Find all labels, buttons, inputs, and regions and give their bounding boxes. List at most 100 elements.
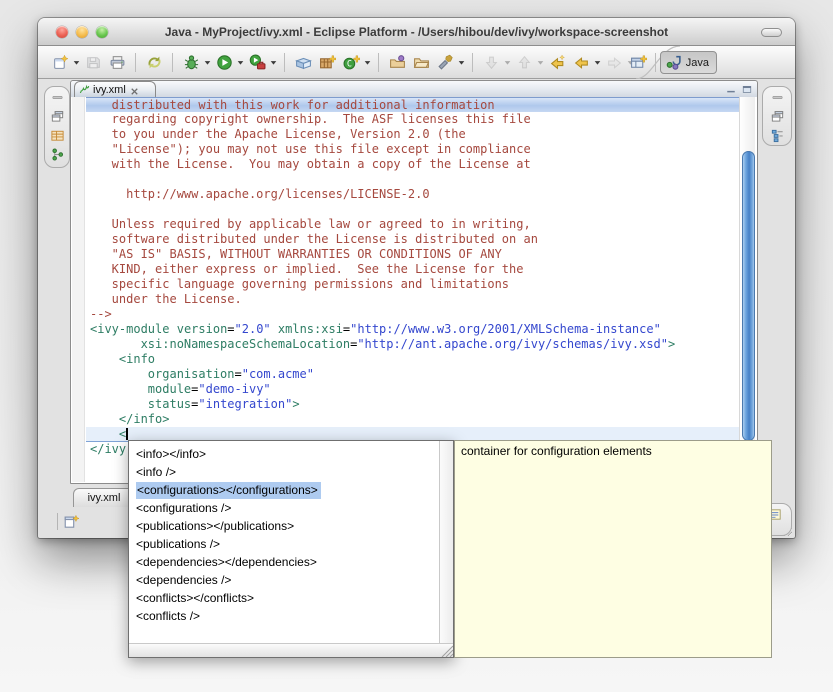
code-line [86, 202, 739, 217]
refresh-button[interactable] [143, 50, 165, 74]
previous-annotation-button[interactable] [513, 50, 535, 74]
toolbar-separator [284, 53, 285, 72]
content-assist-hscrollbar[interactable] [129, 643, 453, 657]
open-perspective-icon [630, 54, 647, 71]
status-separator [57, 513, 58, 530]
new-class-dropdown-arrow[interactable] [363, 50, 372, 74]
restore-views-icon[interactable] [770, 109, 785, 124]
restore-views-icon[interactable] [50, 109, 65, 124]
text-caret [126, 428, 128, 440]
last-edit-location-icon [549, 54, 566, 71]
assist-proposal[interactable]: <publications /> [129, 535, 439, 553]
minimize-window-button[interactable] [76, 26, 88, 38]
assist-proposal[interactable]: <conflicts /> [129, 607, 439, 625]
open-type-button[interactable] [386, 50, 408, 74]
search-icon [437, 54, 454, 71]
toolbar-separator [172, 53, 173, 72]
debug-button[interactable] [180, 50, 202, 74]
editor-scrollbar[interactable] [739, 97, 755, 482]
print-button[interactable] [106, 50, 128, 74]
close-window-button[interactable] [56, 26, 68, 38]
code-area[interactable]: distributed with this work for additiona… [86, 97, 739, 482]
previous-annotation-dropdown-arrow[interactable] [536, 50, 545, 74]
editor-content[interactable]: distributed with this work for additiona… [72, 97, 756, 482]
run-external-icon [249, 54, 266, 71]
left-view-stack [44, 86, 70, 168]
assist-proposal[interactable]: <dependencies></dependencies> [129, 553, 439, 571]
assist-proposal[interactable]: <publications></publications> [129, 517, 439, 535]
forward-icon [606, 54, 623, 71]
next-annotation-button[interactable] [480, 50, 502, 74]
search-dropdown-arrow[interactable] [457, 50, 466, 74]
run-dropdown-arrow[interactable] [236, 50, 245, 74]
new-class-icon: C [343, 54, 360, 71]
external-tools-button[interactable] [246, 50, 268, 74]
code-line: </info> [86, 412, 739, 427]
maximize-editor-icon[interactable] [741, 83, 753, 95]
save-icon [85, 54, 102, 71]
back-dropdown-arrow[interactable] [593, 50, 602, 74]
new-button[interactable] [49, 50, 71, 74]
zoom-window-button[interactable] [96, 26, 108, 38]
back-button[interactable] [570, 50, 592, 74]
run-button[interactable] [213, 50, 235, 74]
debug-dropdown-arrow[interactable] [203, 50, 212, 74]
open-perspective-button[interactable] [627, 51, 651, 74]
java-perspective-button[interactable]: Java [660, 51, 717, 74]
assist-proposal[interactable]: <conflicts></conflicts> [129, 589, 439, 607]
fast-view-button[interactable] [63, 512, 81, 530]
code-line-selected: distributed with this work for additiona… [86, 97, 739, 112]
code-line: to you under the Apache License, Version… [86, 127, 739, 142]
code-line [86, 172, 739, 187]
assist-proposal[interactable]: <dependencies /> [129, 571, 439, 589]
new-java-project-icon [295, 54, 312, 71]
assist-proposal[interactable]: <info></info> [129, 445, 439, 463]
minimize-handle-icon[interactable] [50, 90, 65, 105]
svg-text:C: C [346, 59, 351, 69]
desktop: { "window": { "title": "Java - MyProject… [0, 0, 833, 692]
content-assist-resize-grip[interactable] [439, 643, 453, 657]
next-annotation-icon [483, 54, 500, 71]
code-line: http://www.apache.org/licenses/LICENSE-2… [86, 187, 739, 202]
run-icon [216, 54, 233, 71]
outline-icon[interactable] [770, 128, 785, 143]
print-icon [109, 54, 126, 71]
bottom-dock-tab-ivy-xml[interactable]: ivy.xml [73, 488, 135, 507]
new-class-button[interactable]: C [340, 50, 362, 74]
forward-button[interactable] [603, 50, 625, 74]
open-resource-button[interactable] [410, 50, 432, 74]
assist-proposal-selected[interactable]: <configurations></configurations> [129, 481, 439, 499]
external-tools-dropdown-arrow[interactable] [269, 50, 278, 74]
assist-proposal[interactable]: <info /> [129, 463, 439, 481]
new-java-project-button[interactable] [292, 50, 314, 74]
minimize-handle-icon[interactable] [770, 90, 785, 105]
content-assist-scrollbar[interactable] [439, 441, 453, 643]
tab-close-icon[interactable] [129, 84, 140, 95]
java-perspective-icon [665, 54, 682, 71]
new-dropdown-arrow[interactable] [72, 50, 81, 74]
assist-proposal[interactable]: <configurations /> [129, 499, 439, 517]
new-package-icon [319, 54, 336, 71]
code-line: status="integration"> [86, 397, 739, 412]
next-annotation-dropdown-arrow[interactable] [503, 50, 512, 74]
package-explorer-icon[interactable] [50, 128, 65, 143]
code-line: Unless required by applicable law or agr… [86, 217, 739, 232]
search-button[interactable] [434, 50, 456, 74]
toolbar-toggle-lozenge[interactable] [761, 28, 782, 37]
code-line: specific language governing permissions … [86, 277, 739, 292]
titlebar[interactable]: Java - MyProject/ivy.xml - Eclipse Platf… [38, 18, 795, 46]
perspective-separator [655, 53, 656, 72]
new-package-button[interactable] [316, 50, 338, 74]
editor-tab-ivy-xml[interactable]: ivy.xml [74, 81, 156, 97]
minimize-editor-icon[interactable] [725, 83, 737, 95]
toolbar-groups: C [48, 46, 635, 78]
last-edit-location-button[interactable] [546, 50, 568, 74]
editor-tabfolder: ivy.xml distributed with this work for a… [70, 80, 758, 484]
window-title: Java - MyProject/ivy.xml - Eclipse Platf… [128, 25, 705, 39]
code-line: "License"); you may not use this file ex… [86, 142, 739, 157]
save-button[interactable] [82, 50, 104, 74]
debug-icon [183, 54, 200, 71]
type-hierarchy-icon[interactable] [50, 147, 65, 162]
code-line: regarding copyright ownership. The ASF l… [86, 112, 739, 127]
scrollbar-thumb[interactable] [742, 151, 755, 441]
